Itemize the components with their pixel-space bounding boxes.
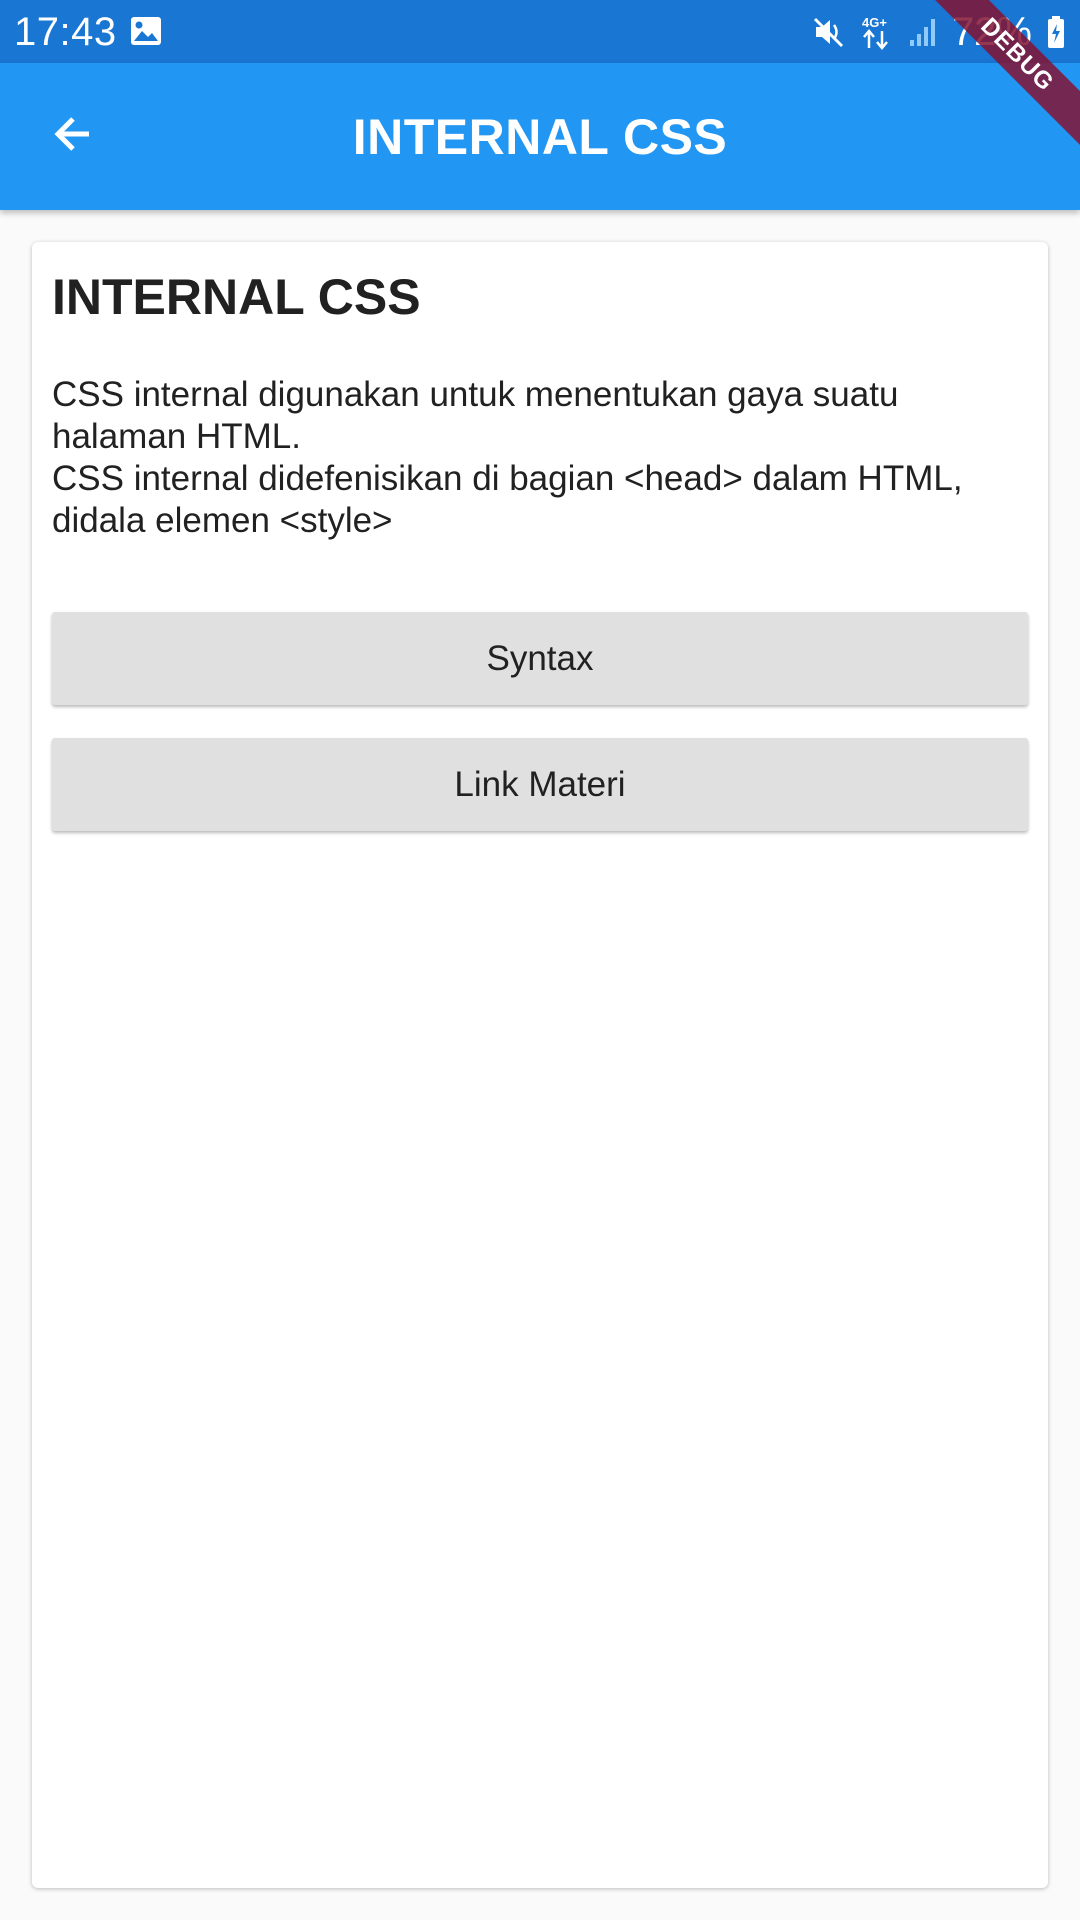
description-line-1: CSS internal digunakan untuk menentukan … [52, 375, 899, 456]
status-time: 17:43 [14, 10, 117, 54]
content-title: INTERNAL CSS [52, 269, 421, 325]
link-materi-button[interactable]: Link Materi [52, 738, 1028, 831]
battery-charging-icon [1046, 15, 1066, 49]
signal-icon [908, 16, 938, 48]
gallery-icon [130, 16, 162, 46]
content-card: INTERNAL CSS CSS internal digunakan untu… [32, 242, 1048, 1888]
app-bar: INTERNAL CSS [0, 63, 1080, 210]
app-bar-title: INTERNAL CSS [352, 109, 728, 165]
status-bar: 17:43 4G+ 72% [0, 0, 1080, 63]
syntax-button[interactable]: Syntax [52, 612, 1028, 705]
network-type-label: 4G+ [862, 15, 887, 30]
mute-icon [812, 15, 846, 49]
description-line-2: CSS internal didefenisikan di bagian <he… [52, 459, 963, 540]
content-description: CSS internal digunakan untuk menentukan … [52, 374, 1032, 542]
status-icons: 4G+ 72% [812, 10, 1066, 54]
data-arrows-icon: 4G+ [860, 14, 894, 50]
battery-percent: 72% [951, 10, 1032, 54]
